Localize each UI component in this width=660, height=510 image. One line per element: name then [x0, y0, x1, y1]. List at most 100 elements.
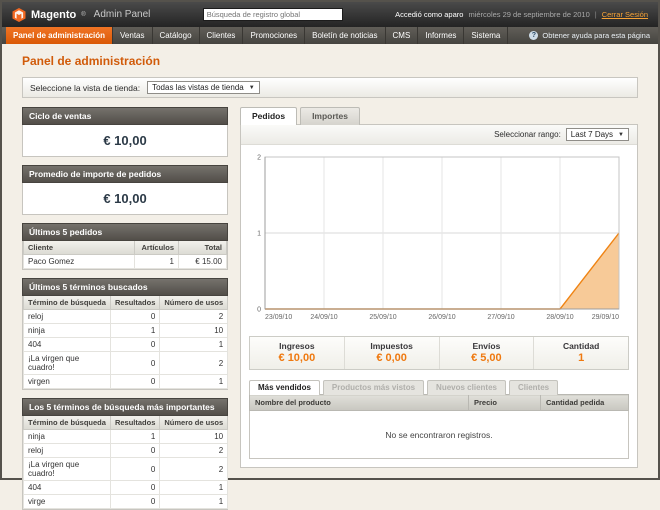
column-header: Número de usos	[160, 416, 228, 430]
totals-row: Ingresos € 10,00 Impuestos € 0,00 Envíos…	[249, 336, 629, 370]
content-area: Panel de administración Seleccione la vi…	[2, 44, 658, 510]
magento-logo: Magento ® Admin Panel	[12, 8, 150, 22]
svg-text:29/09/10: 29/09/10	[592, 314, 619, 321]
tab-orders[interactable]: Pedidos	[240, 107, 297, 125]
range-select[interactable]: Last 7 Days ▼	[566, 128, 629, 141]
store-view-select[interactable]: Todas las vistas de tienda ▼	[147, 81, 260, 94]
svg-text:2: 2	[257, 155, 261, 162]
chart-tabs: Pedidos Importes	[240, 107, 638, 124]
last-search-panel: Últimos 5 términos buscados Término de b…	[22, 278, 228, 390]
chart-panel: Seleccionar rango: Last 7 Days ▼ 0 1 2 23/0…	[240, 124, 638, 468]
svg-text:23/09/10: 23/09/10	[265, 314, 292, 321]
nav-item-catalog[interactable]: Catálogo	[153, 27, 200, 44]
column-header: Resultados	[110, 296, 159, 310]
chevron-down-icon: ▼	[249, 85, 255, 91]
search-term-row[interactable]: ninja 1 10	[24, 430, 228, 444]
last-search-title: Últimos 5 términos buscados	[22, 278, 228, 296]
search-term-row[interactable]: 404 0 1	[24, 338, 228, 352]
page-help-link[interactable]: ? Obtener ayuda para esta página	[521, 27, 658, 44]
lifetime-sales-value: € 10,00	[23, 125, 227, 156]
top-header: Magento ® Admin Panel Accedió como aparo …	[2, 2, 658, 27]
search-term-row[interactable]: ¡La virgen que cuadro! 0 2	[24, 458, 228, 481]
tab-new-customers: Nuevos clientes	[427, 380, 506, 395]
svg-text:27/09/10: 27/09/10	[487, 314, 514, 321]
logged-in-as: Accedió como aparo	[395, 10, 463, 19]
search-term-row[interactable]: ¡La virgen que cuadro! 0 2	[24, 352, 228, 375]
nav-item-newsletter[interactable]: Boletín de noticias	[305, 27, 385, 44]
tab-customers: Clientes	[509, 380, 558, 395]
search-term-row[interactable]: virgen 0 1	[24, 375, 228, 389]
global-search-zone	[150, 8, 395, 21]
tab-bestsellers[interactable]: Más vendidos	[249, 380, 320, 395]
nav-item-promotions[interactable]: Promociones	[243, 27, 305, 44]
nav-item-cms[interactable]: CMS	[386, 27, 419, 44]
admin-window: Magento ® Admin Panel Accedió como aparo …	[0, 0, 660, 480]
page-title: Panel de administración	[22, 54, 638, 68]
column-header: Cantidad pedida	[541, 395, 629, 411]
top-search-title: Los 5 términos de búsqueda más important…	[22, 398, 228, 416]
range-bar: Seleccionar rango: Last 7 Days ▼	[241, 125, 637, 145]
search-term-row[interactable]: virge 0 1	[24, 495, 228, 509]
page-help-label: Obtener ayuda para esta página	[542, 31, 650, 40]
column-header: Resultados	[110, 416, 159, 430]
magento-logo-icon	[12, 8, 26, 22]
total-quantity: Cantidad 1	[533, 337, 628, 369]
last-orders-table: Cliente Artículos Total Paco Gomez 1 € 1…	[23, 241, 227, 269]
top-search-panel: Los 5 términos de búsqueda más important…	[22, 398, 228, 510]
average-orders-value: € 10,00	[23, 183, 227, 214]
total-tax: Impuestos € 0,00	[344, 337, 439, 369]
main-nav: Panel de administración Ventas Catálogo …	[2, 27, 658, 44]
orders-chart-wrap: 0 1 2 23/09/10 24/09/10 25/09/10 26/09/10 27/09…	[241, 145, 637, 328]
svg-text:26/09/10: 26/09/10	[428, 314, 455, 321]
brand-suffix: Admin Panel	[94, 9, 151, 20]
last-orders-title: Últimos 5 pedidos	[22, 223, 228, 241]
registered-mark: ®	[81, 12, 85, 18]
svg-text:0: 0	[257, 307, 261, 314]
search-term-row[interactable]: ninja 1 10	[24, 324, 228, 338]
range-label: Seleccionar rango:	[494, 130, 561, 139]
column-header: Precio	[469, 395, 541, 411]
svg-text:1: 1	[257, 231, 261, 238]
search-term-row[interactable]: reloj 0 2	[24, 310, 228, 324]
brand-name: Magento	[31, 9, 76, 21]
tab-most-viewed: Productos más vistos	[323, 380, 424, 395]
question-mark-icon: ?	[529, 31, 538, 40]
nav-item-system[interactable]: Sistema	[464, 27, 508, 44]
svg-text:28/09/10: 28/09/10	[546, 314, 573, 321]
store-view-selected: Todas las vistas de tienda	[152, 83, 244, 92]
nav-item-dashboard[interactable]: Panel de administración	[6, 27, 113, 44]
total-revenue: Ingresos € 10,00	[250, 337, 344, 369]
svg-text:25/09/10: 25/09/10	[369, 314, 396, 321]
average-orders-panel: Promedio de importe de pedidos € 10,00	[22, 165, 228, 215]
total-shipping: Envíos € 5,00	[439, 337, 534, 369]
search-term-row[interactable]: reloj 0 2	[24, 444, 228, 458]
current-date: miércoles 29 de septiembre de 2010	[468, 10, 589, 19]
tab-amounts[interactable]: Importes	[300, 107, 360, 125]
empty-row: No se encontraron registros.	[250, 411, 629, 459]
last-search-table: Término de búsqueda Resultados Número de…	[23, 296, 228, 389]
search-term-row[interactable]: 404 0 1	[24, 481, 228, 495]
nav-item-customers[interactable]: Clientes	[200, 27, 244, 44]
nav-item-reports[interactable]: Informes	[418, 27, 464, 44]
global-search-input[interactable]	[203, 8, 343, 21]
order-row[interactable]: Paco Gomez 1 € 15.00	[24, 255, 227, 269]
header-account-area: Accedió como aparo miércoles 29 de septi…	[395, 10, 648, 19]
dashboard-main: Pedidos Importes Seleccionar rango: Last…	[240, 107, 638, 468]
lifetime-sales-title: Ciclo de ventas	[22, 107, 228, 125]
orders-chart: 0 1 2 23/09/10 24/09/10 25/09/10 26/09/10 27/09…	[249, 151, 627, 323]
column-header: Nombre del producto	[250, 395, 469, 411]
column-header: Artículos	[135, 241, 179, 255]
svg-text:24/09/10: 24/09/10	[310, 314, 337, 321]
average-orders-title: Promedio de importe de pedidos	[22, 165, 228, 183]
chevron-down-icon: ▼	[618, 132, 624, 138]
empty-message: No se encontraron registros.	[250, 411, 629, 459]
top-search-table: Término de búsqueda Resultados Número de…	[23, 416, 228, 509]
column-header: Total	[179, 241, 227, 255]
last-orders-panel: Últimos 5 pedidos Cliente Artículos Tota…	[22, 223, 228, 270]
column-header: Número de usos	[160, 296, 228, 310]
column-header: Término de búsqueda	[24, 416, 111, 430]
store-view-label: Seleccione la vista de tienda:	[30, 83, 140, 93]
logout-link[interactable]: Cerrar Sesión	[602, 10, 648, 19]
bestsellers-table: Nombre del producto Precio Cantidad pedi…	[249, 394, 629, 459]
nav-item-sales[interactable]: Ventas	[113, 27, 152, 44]
